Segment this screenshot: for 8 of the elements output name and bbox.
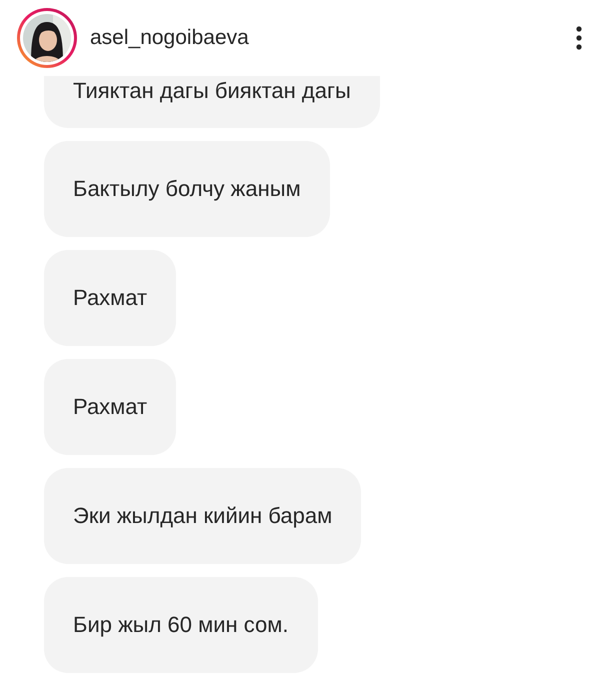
message-bubble: Бактылу болчу жаным bbox=[44, 141, 330, 237]
message-bubble: Рахмат bbox=[44, 359, 176, 455]
more-options-icon[interactable] bbox=[576, 26, 582, 50]
message-bubble: Тияктан дагы бияктан дагы bbox=[44, 76, 380, 128]
message-bubble: Рахмат bbox=[44, 250, 176, 346]
message-bubble: Эки жылдан кийин барам bbox=[44, 468, 362, 564]
username[interactable]: asel_nogoibaeva bbox=[90, 22, 249, 54]
message-bubble: Бир жыл 60 мин сом. bbox=[44, 577, 318, 673]
